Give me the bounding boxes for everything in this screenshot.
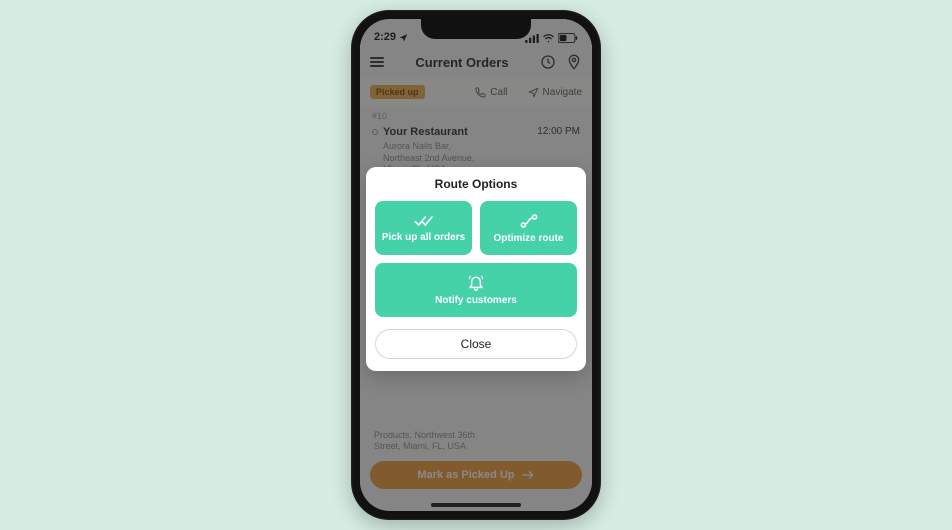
check-icon	[414, 214, 434, 228]
phone-frame: 2:29 Current Order	[351, 10, 601, 520]
route-options-modal: Route Options Pick up all orders Optimiz…	[366, 167, 586, 371]
modal-title: Route Options	[375, 177, 577, 191]
close-button[interactable]: Close	[375, 329, 577, 359]
optimize-label: Optimize route	[493, 233, 563, 244]
close-label: Close	[461, 337, 492, 351]
pickup-label: Pick up all orders	[382, 232, 465, 243]
home-indicator	[431, 503, 521, 507]
notify-customers-button[interactable]: Notify customers	[375, 263, 577, 317]
bell-icon	[467, 275, 485, 291]
phone-notch	[421, 19, 531, 39]
phone-screen: 2:29 Current Order	[360, 19, 592, 511]
pickup-all-button[interactable]: Pick up all orders	[375, 201, 472, 255]
optimize-route-button[interactable]: Optimize route	[480, 201, 577, 255]
route-icon	[519, 213, 539, 229]
notify-label: Notify customers	[435, 295, 517, 306]
